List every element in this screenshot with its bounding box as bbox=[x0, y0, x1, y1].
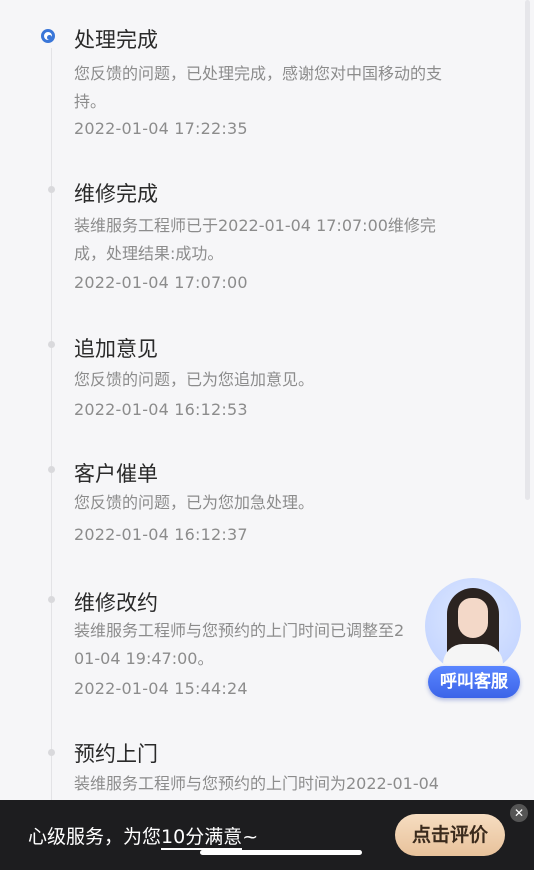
step-time: 2022-01-04 17:22:35 bbox=[74, 119, 248, 138]
order-progress-page: 处理完成 您反馈的问题，已处理完成，感谢您对中国移动的支 持。 2022-01-… bbox=[0, 0, 534, 870]
step-description-line: 装维服务工程师与您预约的上门时间为2022-01-04 bbox=[74, 774, 439, 793]
current-step-icon bbox=[41, 29, 55, 43]
rate-button[interactable]: 点击评价 bbox=[395, 814, 505, 856]
call-customer-service-widget[interactable]: 呼叫客服 bbox=[422, 578, 526, 704]
step-description: 您反馈的问题，已为您加急处理。 bbox=[74, 489, 514, 517]
step-title: 追加意见 bbox=[74, 337, 158, 361]
step-title: 预约上门 bbox=[74, 742, 158, 766]
rating-banner: 心级服务，为您10分满意~ 点击评价 ✕ bbox=[0, 800, 534, 870]
timeline-rail bbox=[51, 48, 52, 808]
step-dot-icon bbox=[48, 466, 55, 473]
step-description-line: 持。 bbox=[74, 92, 107, 111]
banner-text-highlight: 10分满意 bbox=[161, 826, 243, 850]
step-description: 您反馈的问题，已处理完成，感谢您对中国移动的支 持。 bbox=[74, 60, 514, 116]
step-description: 您反馈的问题，已为您追加意见。 bbox=[74, 366, 514, 394]
banner-text-suffix: ~ bbox=[242, 826, 259, 848]
step-title: 维修改约 bbox=[74, 591, 158, 615]
home-indicator[interactable] bbox=[200, 850, 362, 855]
scrollbar[interactable] bbox=[525, 0, 530, 500]
step-dot-icon bbox=[48, 596, 55, 603]
step-description-line: 您反馈的问题，已为您追加意见。 bbox=[74, 370, 315, 389]
step-time: 2022-01-04 16:12:53 bbox=[74, 400, 248, 419]
close-icon[interactable]: ✕ bbox=[510, 804, 528, 822]
avatar-face-shape bbox=[458, 598, 488, 638]
step-description-line: 您反馈的问题，已处理完成，感谢您对中国移动的支 bbox=[74, 64, 443, 83]
step-description-line: 成，处理结果:成功。 bbox=[74, 244, 224, 263]
step-description-line: 装维服务工程师已于2022-01-04 17:07:00维修完 bbox=[74, 216, 436, 235]
banner-text-prefix: 心级服务，为您 bbox=[28, 826, 162, 848]
step-title: 处理完成 bbox=[74, 28, 158, 52]
step-time: 2022-01-04 17:07:00 bbox=[74, 273, 248, 292]
step-title: 维修完成 bbox=[74, 182, 158, 206]
step-description: 装维服务工程师与您预约的上门时间为2022-01-04 bbox=[74, 770, 514, 798]
call-customer-service-button[interactable]: 呼叫客服 bbox=[428, 666, 520, 698]
step-description-line: 您反馈的问题，已为您加急处理。 bbox=[74, 493, 315, 512]
service-avatar[interactable] bbox=[425, 578, 521, 674]
step-dot-icon bbox=[48, 749, 55, 756]
step-time: 2022-01-04 15:44:24 bbox=[74, 679, 248, 698]
step-dot-icon bbox=[48, 341, 55, 348]
step-dot-icon bbox=[48, 186, 55, 193]
step-time: 2022-01-04 16:12:37 bbox=[74, 525, 248, 544]
step-title: 客户催单 bbox=[74, 462, 158, 486]
banner-text: 心级服务，为您10分满意~ bbox=[28, 822, 259, 850]
step-description: 装维服务工程师已于2022-01-04 17:07:00维修完 成，处理结果:成… bbox=[74, 212, 514, 268]
